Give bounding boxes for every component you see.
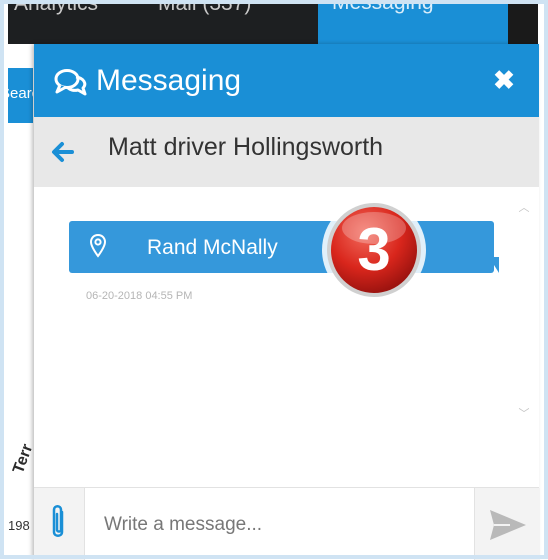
close-icon: ✖ xyxy=(493,65,515,95)
background-divider xyxy=(8,120,33,123)
attach-button[interactable] xyxy=(48,504,68,547)
message-list: Rand McNally 06-20-2018 04:55 PM 3 xyxy=(34,187,539,487)
tab-messaging[interactable]: Messaging xyxy=(318,0,508,44)
step-number-badge: 3 xyxy=(319,195,429,310)
message-input[interactable] xyxy=(86,494,491,556)
chat-bubbles-icon xyxy=(54,68,88,101)
panel-title: Messaging xyxy=(96,64,242,97)
message-scrollbar[interactable]: ︿ ﹀ xyxy=(510,187,539,487)
tab-analytics[interactable]: Analytics xyxy=(14,0,98,22)
top-navigation-bar: Analytics Mail (337) Messaging xyxy=(8,0,508,44)
attach-area xyxy=(34,488,85,560)
messaging-panel: Messaging ✖ Matt driver Hollingsworth Ra… xyxy=(34,44,540,560)
send-icon xyxy=(490,510,526,540)
bubble-tail xyxy=(489,257,499,273)
paperclip-icon xyxy=(52,505,64,537)
background-search-button[interactable]: Search xyxy=(8,68,33,120)
close-button[interactable]: ✖ xyxy=(489,62,519,98)
location-pin-icon xyxy=(89,233,107,263)
conversation-header: Matt driver Hollingsworth xyxy=(34,117,539,188)
arrow-left-icon xyxy=(52,142,74,162)
send-button[interactable] xyxy=(474,488,540,560)
message-timestamp: 06-20-2018 04:55 PM xyxy=(86,290,193,302)
background-number-fragment: 198 xyxy=(8,518,30,533)
scroll-up-icon[interactable]: ︿ xyxy=(518,199,530,214)
step-number: 3 xyxy=(357,216,390,283)
scroll-down-icon[interactable]: ﹀ xyxy=(518,405,530,420)
message-text: Rand McNally xyxy=(147,236,278,259)
panel-header: Messaging ✖ xyxy=(34,44,539,117)
conversation-name: Matt driver Hollingsworth xyxy=(108,133,384,161)
back-button[interactable] xyxy=(50,141,74,168)
compose-bar xyxy=(34,487,540,560)
message-bubble[interactable]: Rand McNally xyxy=(69,221,494,273)
tab-mail[interactable]: Mail (337) xyxy=(158,0,251,22)
